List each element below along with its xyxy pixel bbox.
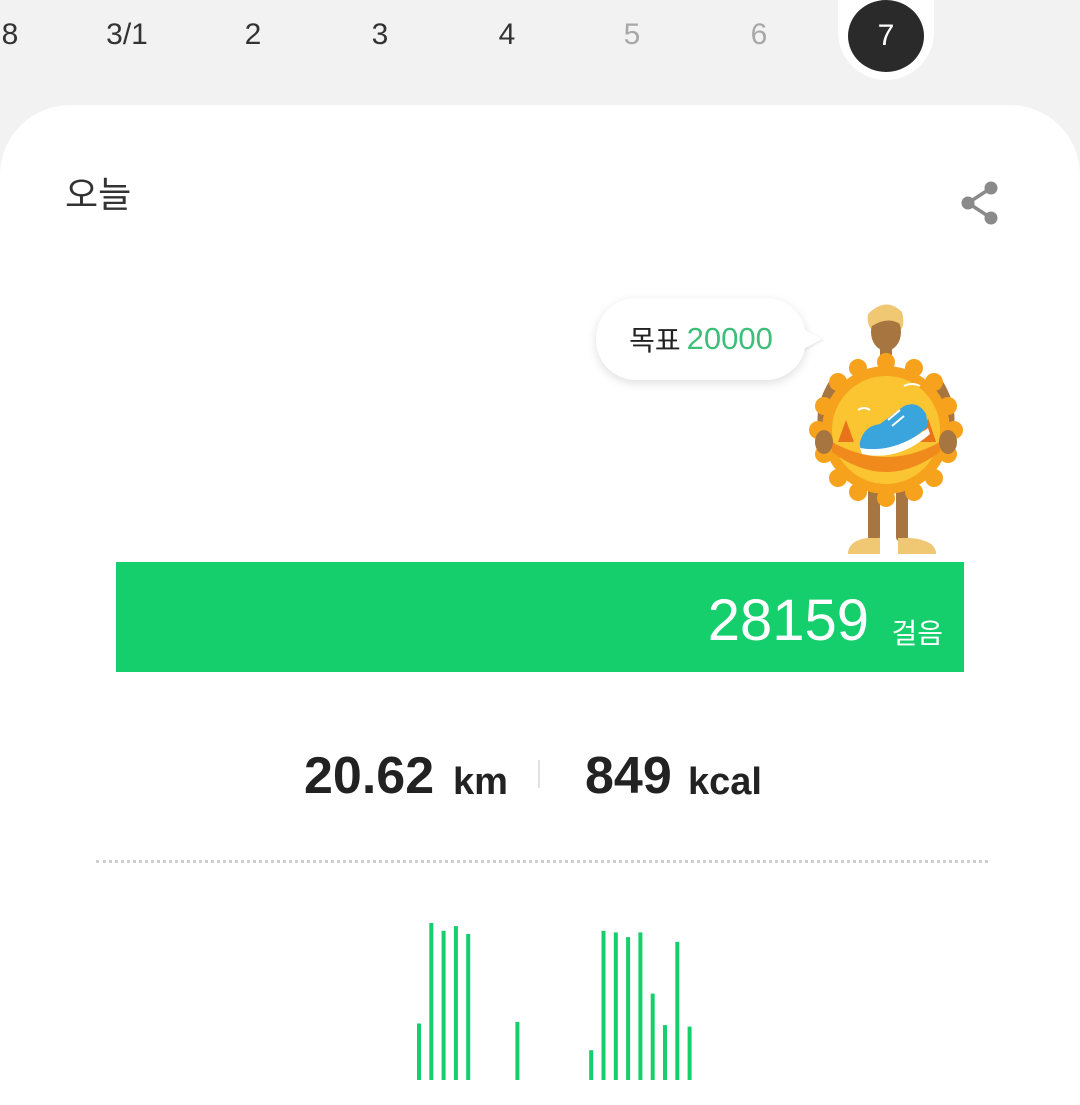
selected-date[interactable]: 7 — [848, 0, 924, 72]
activity-bar — [429, 923, 434, 1080]
walking-badge-mascot-icon — [809, 304, 963, 554]
date-item[interactable]: 4 — [499, 14, 516, 56]
goal-value: 20000 — [686, 321, 773, 356]
date-item[interactable]: 2 — [245, 14, 262, 56]
date-item[interactable]: 3 — [372, 14, 389, 56]
activity-bar — [441, 930, 446, 1080]
goal-bubble: 목표 20000 — [596, 298, 806, 380]
share-icon[interactable] — [958, 180, 1002, 226]
date-strip: 8 3/1 2 3 4 5 6 7 — [0, 0, 1080, 105]
distance-unit: km — [453, 761, 508, 803]
steps-progress-bar: 28159 걸음 — [116, 562, 964, 672]
distance-value: 20.62 — [304, 747, 435, 805]
activity-bar — [638, 932, 643, 1080]
activity-bar — [601, 930, 606, 1080]
date-item: 6 — [750, 18, 768, 51]
activity-bar — [466, 934, 471, 1080]
page-title: 오늘 — [65, 175, 132, 216]
activity-bar-chart — [417, 923, 692, 1080]
activity-bar — [626, 937, 631, 1080]
stats-row: 20.62 km 849 kcal — [0, 744, 1080, 814]
activity-bar — [663, 1025, 667, 1080]
activity-bar — [453, 926, 458, 1080]
date-item[interactable]: 3/1 — [106, 14, 148, 56]
goal-label: 목표 — [629, 324, 681, 357]
steps-count: 28159 — [707, 588, 869, 653]
activity-bar — [675, 941, 680, 1080]
activity-bar — [589, 1050, 594, 1080]
stats-divider — [538, 760, 540, 788]
calories-value: 849 — [585, 747, 672, 805]
activity-bar — [613, 932, 618, 1080]
activity-bar — [515, 1021, 520, 1080]
activity-bar — [650, 993, 655, 1080]
dotted-divider — [96, 860, 988, 863]
activity-bar — [687, 1026, 692, 1080]
date-item: 5 — [623, 18, 641, 51]
activity-bar — [417, 1023, 421, 1080]
date-item[interactable]: 8 — [2, 14, 19, 56]
steps-unit: 걸음 — [891, 617, 943, 650]
calories-unit: kcal — [688, 761, 762, 803]
